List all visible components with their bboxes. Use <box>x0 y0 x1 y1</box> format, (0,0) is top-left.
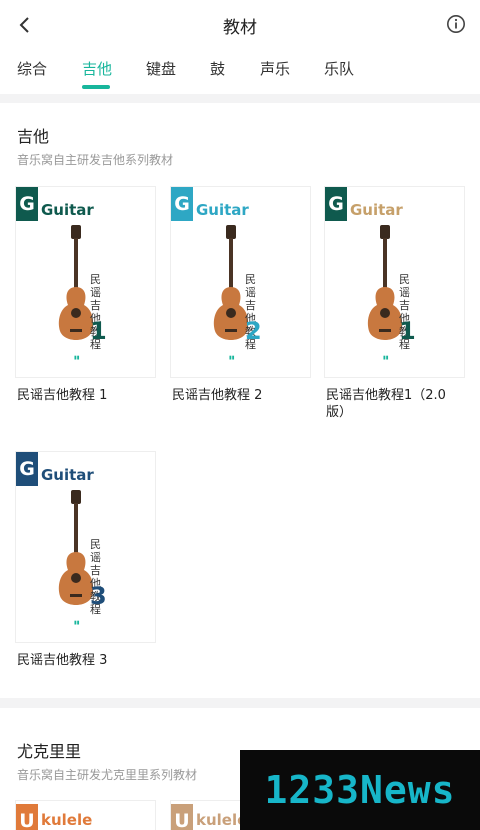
book-cover: G Guitar 民谣吉他教程 1 ▮▮ <box>16 187 155 377</box>
header-bar: 教材 <box>0 0 480 50</box>
book-title: 民谣吉他教程1（2.0版） <box>326 388 446 420</box>
book-card[interactable]: G Guitar 民谣吉他教程 2 ▮▮ 民谣吉他教程 2 <box>171 187 310 427</box>
cover-badge: U <box>171 804 193 830</box>
book-card[interactable]: G Guitar 民谣吉他教程 1 ▮▮ 民谣吉他教程1（2.0版） <box>325 187 464 427</box>
info-icon[interactable] <box>446 14 466 34</box>
guitar-section: 吉他 音乐窝自主研发吉他系列教材 G Guitar 民谣吉他教程 1 ▮▮ 民谣吉他教程 … <box>0 103 480 698</box>
tab-band[interactable]: 乐队 <box>324 58 354 88</box>
tab-keyboard[interactable]: 键盘 <box>146 58 176 88</box>
book-cover: G Guitar 民谣吉他教程 1 ▮▮ <box>325 187 464 377</box>
category-tabs: 综合 吉他 键盘 鼓 声乐 乐队 <box>0 50 480 94</box>
watermark-logo: 1233News <box>240 750 480 830</box>
section-subtitle: 音乐窝自主研发吉他系列教材 <box>17 153 174 167</box>
cover-badge: G <box>171 187 193 221</box>
book-title: 民谣吉他教程 3 <box>17 653 108 668</box>
book-cover: G Guitar 民谣吉他教程 3 ▮▮ <box>16 452 155 642</box>
book-cover: G Guitar 民谣吉他教程 2 ▮▮ <box>171 187 310 377</box>
page-title: 教材 <box>223 18 257 38</box>
cover-brand: Guitar <box>41 466 94 484</box>
book-card[interactable]: G Guitar 民谣吉他教程 3 ▮▮ 民谣吉他教程 3 <box>16 452 155 692</box>
book-cover: U kulele <box>16 801 155 830</box>
cover-badge: G <box>16 452 38 486</box>
cover-volume: 1 <box>399 317 416 345</box>
book-title: 民谣吉他教程 2 <box>172 388 263 403</box>
publisher-logo: ▮▮ <box>229 355 235 361</box>
publisher-logo: ▮▮ <box>74 355 80 361</box>
book-title: 民谣吉他教程 1 <box>17 388 108 403</box>
cover-volume: 2 <box>245 317 262 345</box>
publisher-logo: ▮▮ <box>383 355 389 361</box>
cover-brand: Guitar <box>41 201 94 219</box>
publisher-logo: ▮▮ <box>74 620 80 626</box>
book-card[interactable]: G Guitar 民谣吉他教程 1 ▮▮ 民谣吉他教程 1 <box>16 187 155 427</box>
cover-brand: kulele <box>41 811 93 829</box>
cover-brand: Guitar <box>350 201 403 219</box>
section-title: 吉他 <box>17 127 50 146</box>
cover-badge: G <box>325 187 347 221</box>
cover-brand: Guitar <box>196 201 249 219</box>
cover-badge: U <box>16 804 38 830</box>
tab-general[interactable]: 综合 <box>17 58 47 88</box>
section-title: 尤克里里 <box>17 742 82 761</box>
cover-volume: 1 <box>90 317 107 345</box>
tab-guitar[interactable]: 吉他 <box>82 58 112 88</box>
section-subtitle: 音乐窝自主研发尤克里里系列教材 <box>17 768 198 782</box>
cover-badge: G <box>16 187 38 221</box>
tab-vocal[interactable]: 声乐 <box>260 58 290 88</box>
cover-volume: 3 <box>90 582 107 610</box>
tab-drums[interactable]: 鼓 <box>210 58 225 88</box>
active-tab-indicator <box>82 85 110 89</box>
